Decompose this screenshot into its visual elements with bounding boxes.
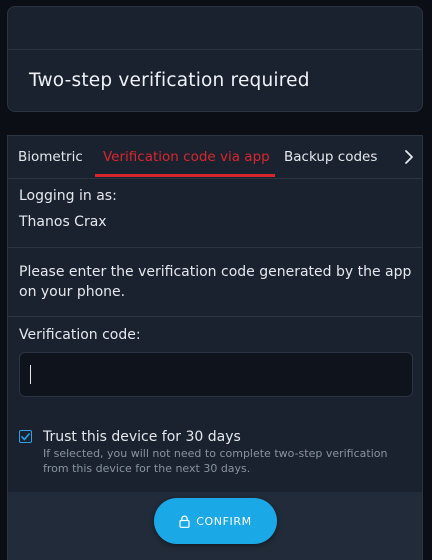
- section-divider: [8, 247, 422, 248]
- page-title: Two-step verification required: [29, 70, 310, 91]
- tab-backup-codes[interactable]: Backup codes: [284, 149, 377, 165]
- verification-panel: Biometric Verification code via app Back…: [7, 135, 423, 560]
- section-divider: [8, 316, 422, 317]
- verification-code-label: Verification code:: [19, 327, 141, 343]
- trust-device-label[interactable]: Trust this device for 30 days: [43, 429, 241, 445]
- logging-in-as-label: Logging in as:: [19, 188, 117, 204]
- tab-verification-code-via-app[interactable]: Verification code via app: [103, 149, 270, 165]
- chevron-right-icon: [405, 149, 413, 164]
- checkmark-icon: [21, 432, 30, 440]
- tabs-scroll-right-button[interactable]: [396, 136, 422, 177]
- tab-bar: Biometric Verification code via app Back…: [8, 136, 422, 179]
- active-tab-indicator: [95, 174, 275, 177]
- confirm-button[interactable]: CONFIRM: [154, 498, 277, 544]
- lock-icon: [179, 515, 190, 528]
- header-card: Two-step verification required: [7, 6, 423, 112]
- trust-device-help-text: If selected, you will not need to comple…: [43, 447, 388, 475]
- confirm-button-label: CONFIRM: [196, 514, 252, 528]
- text-caret: [30, 365, 31, 384]
- trust-device-checkbox[interactable]: [19, 430, 32, 443]
- tab-biometric[interactable]: Biometric: [18, 149, 83, 165]
- verification-code-input[interactable]: [19, 352, 413, 397]
- logged-in-username: Thanos Crax: [19, 214, 107, 230]
- instructions-text: Please enter the verification code gener…: [19, 264, 412, 300]
- header-divider: [8, 49, 422, 50]
